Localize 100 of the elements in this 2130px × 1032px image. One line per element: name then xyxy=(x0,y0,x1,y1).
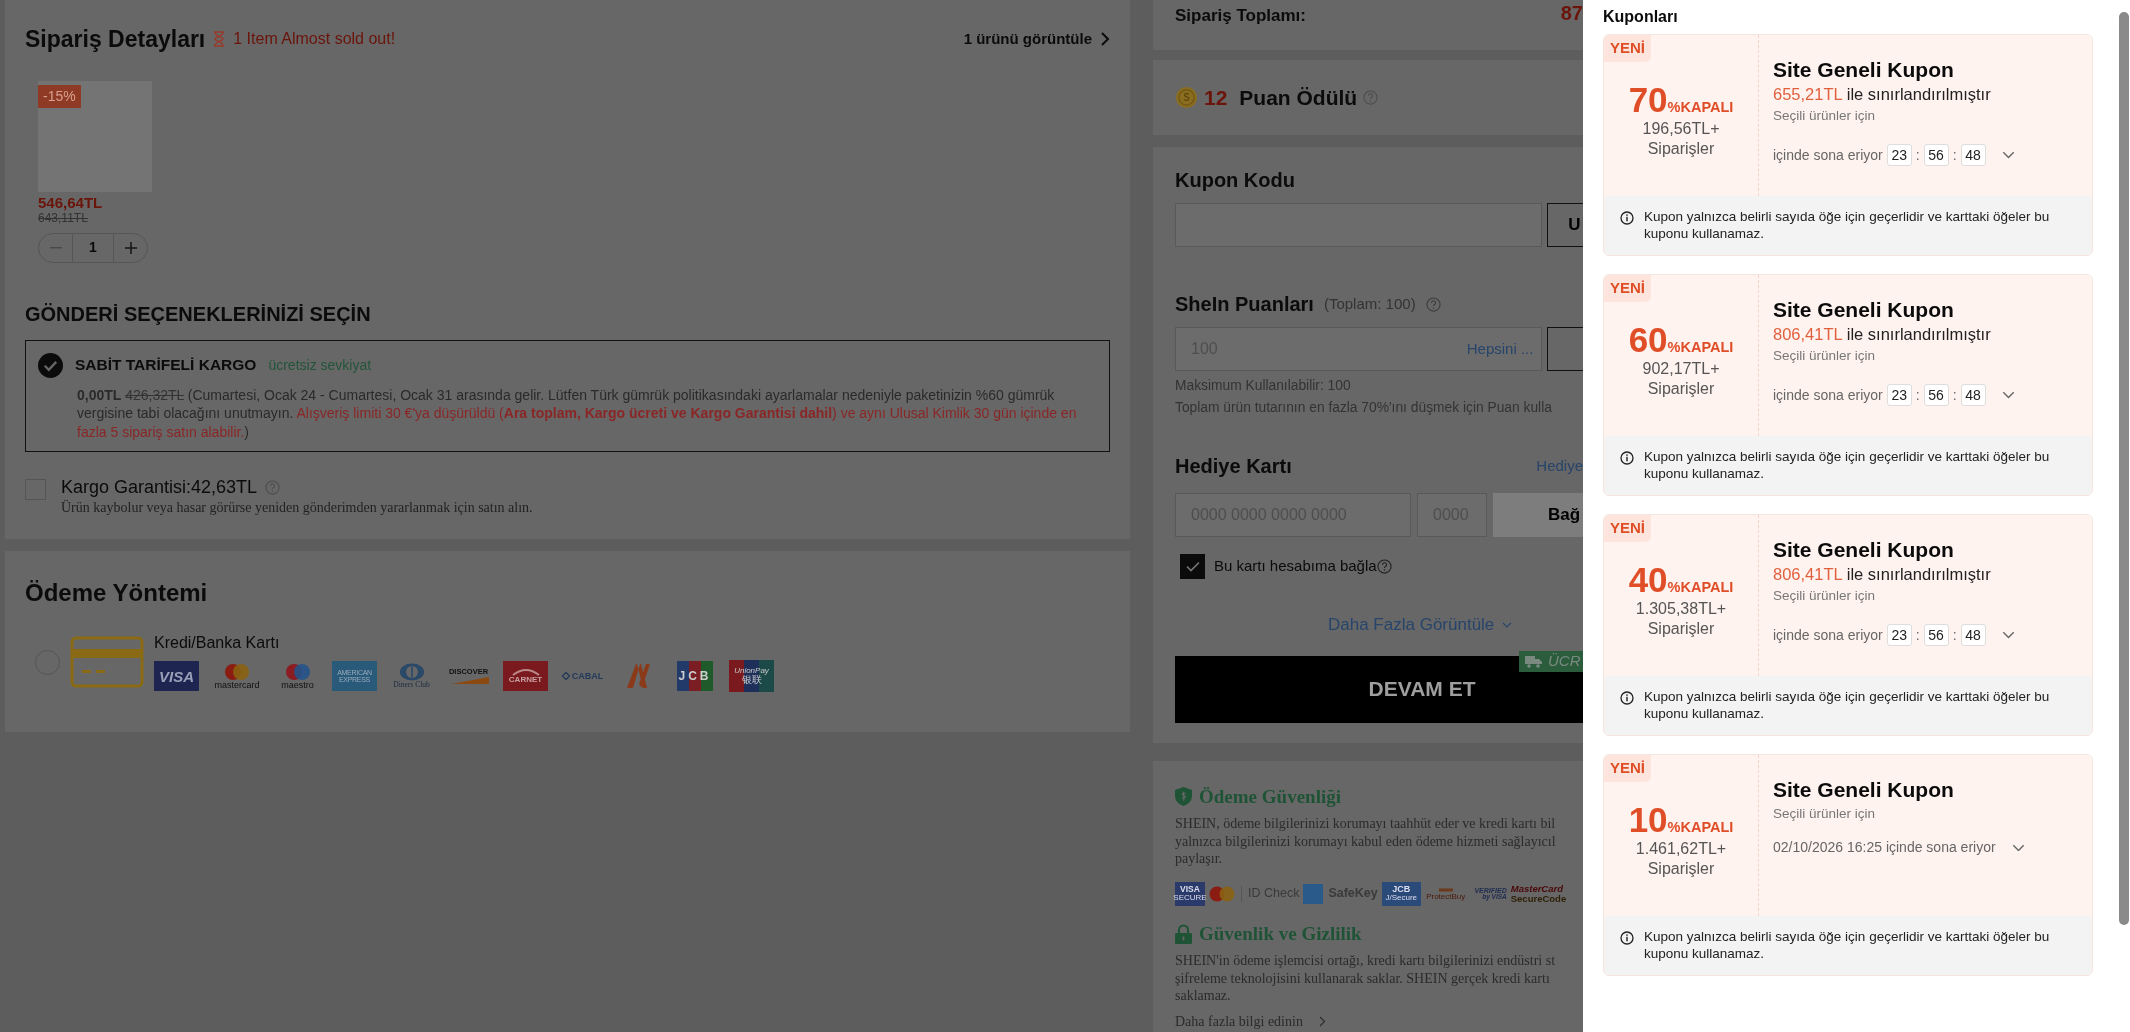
chevron-down-icon[interactable] xyxy=(2001,391,2015,399)
countdown-digits: 48 xyxy=(1960,624,1986,646)
security-text: SHEIN'in ödeme işlemcisi ortağı, kredi kartı bilgilerinizi endüstri st şifreleme teknolojisini kullanarak saklar. SHEIN gerçek kredi kartı saklamaz. xyxy=(1175,952,1557,1005)
discount-unit: %KAPALI xyxy=(1667,338,1734,357)
view-items-link[interactable]: 1 ürünü görüntüle xyxy=(963,28,1110,51)
chevron-down-icon[interactable] xyxy=(2001,151,2015,159)
points-reward-label: Puan Ödülü xyxy=(1239,84,1358,111)
coupon-scope: Seçili ürünler için xyxy=(1773,587,1877,605)
minimum-order-label: Siparişler xyxy=(1647,138,1715,159)
shipping-tag: ücretsiz sevkiyat xyxy=(268,354,372,376)
quantity-value: 1 xyxy=(72,233,114,262)
section-title: Sipariş Detayları xyxy=(25,25,206,54)
link-card-label: Bu kartı hesabıma bağla xyxy=(1214,556,1377,577)
discount-unit: %KAPALI xyxy=(1667,98,1734,117)
shield-icon xyxy=(1175,787,1192,807)
section-title: Hediye Kartı xyxy=(1175,454,1292,479)
new-label: YENİ xyxy=(1604,275,1651,302)
minimum-order-label: Siparişler xyxy=(1647,378,1715,399)
show-more-link[interactable]: Daha Fazla Görüntüle xyxy=(1328,612,1513,638)
coupon-card[interactable] xyxy=(1603,274,2093,496)
coupon-note: Kupon yalnızca belirli sayıda öğe için geçerlidir ve karttaki öğeler bu kuponu kullanamaz. xyxy=(1644,929,2051,962)
truck-icon xyxy=(1525,654,1542,668)
card-logo: JCB xyxy=(677,661,713,691)
countdown-separator: : xyxy=(1915,145,1920,165)
new-label: YENİ xyxy=(1604,515,1651,542)
help-icon[interactable] xyxy=(1425,296,1441,312)
minimum-order-label: Siparişler xyxy=(1647,858,1715,879)
section-title: SheIn Puanları xyxy=(1175,292,1314,317)
discount-unit: %KAPALI xyxy=(1667,578,1734,597)
countdown-digits: 48 xyxy=(1960,384,1986,406)
minimum-order: 902,17TL+ xyxy=(1642,358,1720,379)
lock-icon xyxy=(1175,923,1192,944)
countdown-digits: 56 xyxy=(1923,144,1949,166)
info-icon xyxy=(1620,691,1634,705)
minimum-order: 196,56TL+ xyxy=(1642,118,1720,139)
help-icon[interactable] xyxy=(1376,559,1392,574)
learn-more-link[interactable]: Daha fazla bilgi edinin xyxy=(1175,1010,1326,1032)
points-amount: 12 xyxy=(1204,84,1228,111)
use-all-link[interactable]: Hepsini ... xyxy=(1466,337,1534,361)
check-icon[interactable] xyxy=(1185,561,1200,572)
insurance-label: Kargo Garantisi:42,63TL xyxy=(61,477,258,497)
discount-value: 70 xyxy=(1628,80,1668,119)
coupon-card[interactable] xyxy=(1603,754,2093,976)
chevron-down-icon[interactable] xyxy=(2011,843,2025,852)
chevron-right-icon[interactable] xyxy=(1318,1015,1326,1027)
discount-label: -15% xyxy=(38,84,81,108)
countdown-digits: 48 xyxy=(1960,144,1986,166)
stock-alert-text: 1 Item Almost sold out! xyxy=(233,29,396,50)
card-logo: mastercard xyxy=(211,659,263,693)
link-card-checkbox[interactable] xyxy=(1180,554,1205,579)
chevron-right-icon[interactable] xyxy=(1100,32,1110,47)
product-photo-placeholder[interactable]: -15% xyxy=(38,80,152,192)
expiry-date: 02/10/2026 16:25 içinde sona eriyor xyxy=(1773,838,1996,857)
payment-method-label: Kredi/Banka Kartı xyxy=(154,633,281,653)
order-total-label: Sipariş Toplamı: xyxy=(1175,5,1306,27)
drawer-title: Kuponları xyxy=(1603,7,1679,27)
minimum-order-label: Siparişler xyxy=(1647,618,1715,639)
section-title: GÖNDERİ SEÇENEKLERİNİZİ SEÇİN xyxy=(25,301,372,327)
countdown-digits: 23 xyxy=(1886,624,1912,646)
security-text: SHEIN, ödeme bilgilerinizi korumayı taahhüt eder ve kredi kartı bil yalnızca bilgilerinizi korumayı kabul eden ödeme hizmeti sağlayıcıl paylaşır. xyxy=(1175,815,1557,868)
security-logo: ProtectBuy xyxy=(1424,882,1467,905)
link-card-button[interactable]: Bağ xyxy=(1493,493,1583,537)
coupon-note: Kupon yalnızca belirli sayıda öğe için geçerlidir ve karttaki öğeler bu kuponu kullanamaz. xyxy=(1644,449,2051,482)
new-label: YENİ xyxy=(1604,755,1651,782)
hourglass-icon xyxy=(213,31,226,48)
coupon-note: Kupon yalnızca belirli sayıda öğe için geçerlidir ve karttaki öğeler bu kuponu kullanamaz. xyxy=(1644,209,2051,242)
section-title: Ödeme Yöntemi xyxy=(25,578,209,608)
coupon-card[interactable] xyxy=(1603,514,2093,736)
card-logo: UnionPay 银联 xyxy=(729,660,774,692)
countdown-separator: : xyxy=(1915,625,1920,645)
coupon-scope: Seçili ürünler için xyxy=(1773,805,1877,823)
new-label: YENİ xyxy=(1604,35,1651,62)
credit-card-icon xyxy=(70,636,144,688)
expiry-label: içinde sona eriyor xyxy=(1773,385,1883,405)
countdown-digits: 56 xyxy=(1923,384,1949,406)
insurance-description: Ürün kaybolur veya hasar görürse yeniden gönderimden yararlanmak için satın alın. xyxy=(61,499,533,517)
minimum-order: 1.305,38TL+ xyxy=(1635,598,1727,619)
scrollbar-thumb[interactable] xyxy=(2119,12,2129,925)
shipping-option[interactable] xyxy=(25,339,1110,452)
security-logo: MasterCard SecureCode xyxy=(1510,882,1567,905)
coupon-title: Site Geneli Kupon xyxy=(1773,297,1955,323)
coupon-scope: Seçili ürünler için xyxy=(1773,107,1877,125)
security-logo: JCB J/Secure xyxy=(1381,881,1421,906)
card-logo: VISA xyxy=(154,661,199,691)
coupon-limit: 655,21TL ile sınırlandırılmıştır xyxy=(1773,84,1992,105)
coupon-note: Kupon yalnızca belirli sayıda öğe için geçerlidir ve karttaki öğeler bu kuponu kullanamaz. xyxy=(1644,689,2051,722)
coupon-limit: 806,41TL ile sınırlandırılmıştır xyxy=(1773,564,1992,585)
coupon-card[interactable] xyxy=(1603,34,2093,256)
chevron-down-icon[interactable] xyxy=(2001,631,2015,639)
card-logo: CARNET xyxy=(503,661,548,691)
gift-card-link[interactable]: Hediye xyxy=(1536,454,1583,478)
coupon-title: Site Geneli Kupon xyxy=(1773,57,1955,83)
expiry-label: içinde sona eriyor xyxy=(1773,145,1883,165)
countdown-separator: : xyxy=(1915,385,1920,405)
discount-value: 60 xyxy=(1628,320,1668,359)
product-price: 546,64TL xyxy=(38,193,104,211)
plus-icon[interactable] xyxy=(124,241,137,254)
info-icon xyxy=(1620,451,1634,465)
countdown-separator: : xyxy=(1952,145,1957,165)
countdown-digits: 56 xyxy=(1923,624,1949,646)
